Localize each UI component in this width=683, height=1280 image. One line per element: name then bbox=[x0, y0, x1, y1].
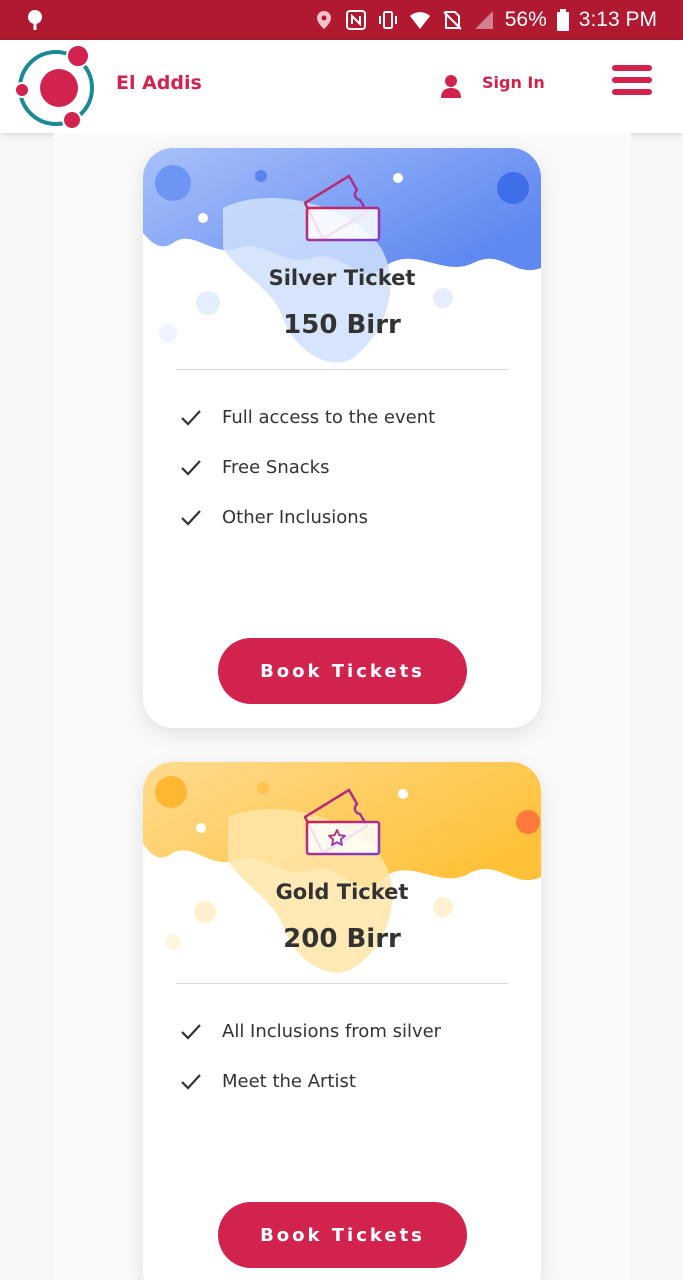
status-bar: 56% 3:13 PM bbox=[0, 0, 683, 40]
vibrate-icon bbox=[378, 11, 397, 29]
check-icon bbox=[181, 410, 201, 426]
brand-name[interactable]: El Addis bbox=[116, 72, 202, 94]
feature-item: Full access to the event bbox=[179, 404, 435, 430]
feature-label: All Inclusions from silver bbox=[222, 1020, 442, 1042]
battery-icon bbox=[556, 9, 569, 31]
signal-icon bbox=[474, 11, 493, 29]
wifi-icon bbox=[409, 12, 430, 29]
feature-item: Free Snacks bbox=[179, 454, 329, 480]
book-tickets-button[interactable]: Book Tickets bbox=[218, 638, 467, 704]
ticket-price: 200 Birr bbox=[283, 924, 401, 954]
book-tickets-button[interactable]: Book Tickets bbox=[218, 1202, 467, 1268]
ticket-title: Gold Ticket bbox=[275, 880, 409, 904]
ticket-card-gold: Gold Ticket 200 Birr All Inclusions from… bbox=[143, 762, 541, 1280]
check-icon bbox=[181, 460, 201, 476]
status-icons: 56% 3:13 PM bbox=[313, 0, 657, 40]
feature-label: Other Inclusions bbox=[222, 506, 369, 528]
pin-icon bbox=[28, 10, 42, 30]
check-icon bbox=[181, 1024, 201, 1040]
feature-item: All Inclusions from silver bbox=[179, 1018, 441, 1044]
ticket-icon bbox=[303, 174, 381, 242]
battery-percent: 56% bbox=[504, 8, 547, 31]
location-icon bbox=[316, 11, 331, 29]
ticket-card-silver: Silver Ticket 150 Birr Full access to th… bbox=[143, 148, 541, 728]
feature-label: Full access to the event bbox=[222, 406, 436, 428]
clock: 3:13 PM bbox=[578, 8, 657, 31]
divider bbox=[176, 369, 508, 370]
top-navbar: El Addis Sign In bbox=[0, 40, 683, 133]
check-icon bbox=[181, 510, 201, 526]
ticket-title: Silver Ticket bbox=[268, 266, 416, 290]
logo-icon[interactable] bbox=[14, 44, 98, 130]
ticket-star-icon bbox=[303, 788, 381, 856]
ticket-price: 150 Birr bbox=[283, 310, 401, 340]
feature-label: Meet the Artist bbox=[222, 1070, 356, 1092]
divider bbox=[176, 983, 508, 984]
user-icon[interactable] bbox=[440, 74, 462, 98]
nfc-icon bbox=[345, 10, 366, 30]
hamburger-menu-icon[interactable] bbox=[612, 65, 652, 99]
sign-in-link[interactable]: Sign In bbox=[482, 73, 545, 92]
no-sim-icon bbox=[443, 11, 462, 30]
feature-item: Meet the Artist bbox=[179, 1068, 356, 1094]
feature-item: Other Inclusions bbox=[179, 504, 368, 530]
feature-label: Free Snacks bbox=[222, 456, 330, 478]
check-icon bbox=[181, 1074, 201, 1090]
